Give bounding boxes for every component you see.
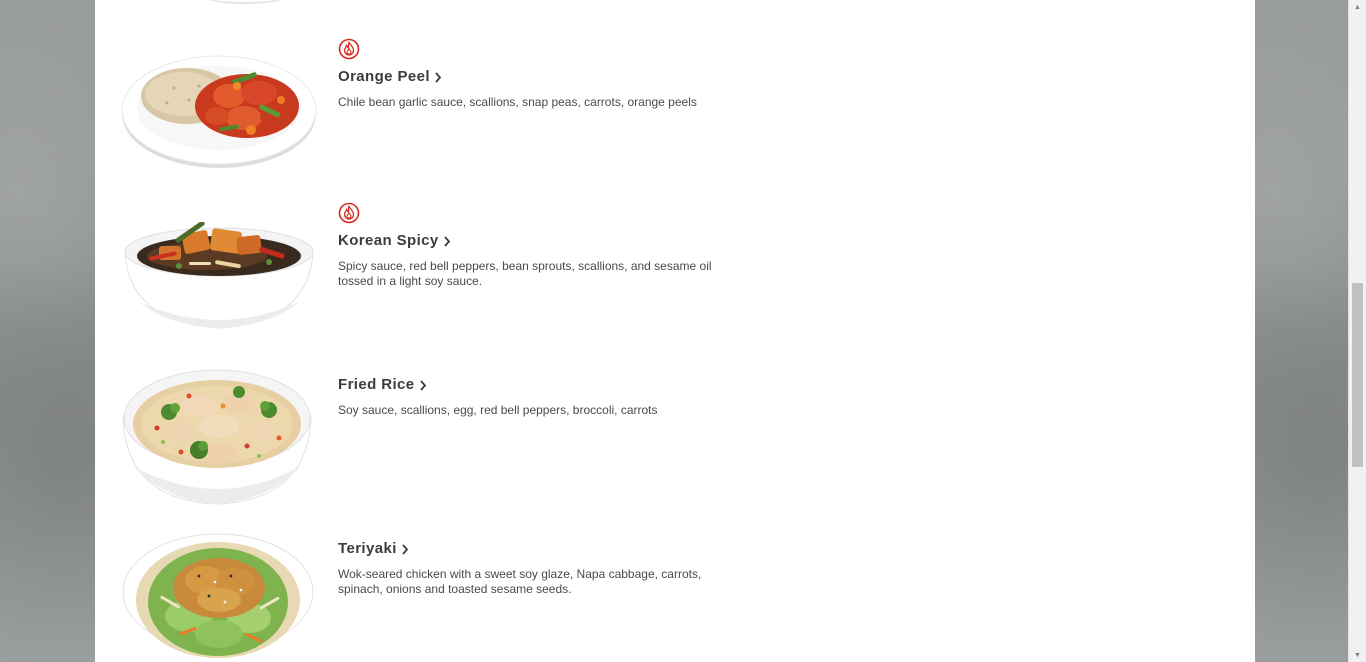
- orange-peel-info: Orange Peel Chile bean garlic sauce, sca…: [338, 38, 728, 110]
- fried-rice-image[interactable]: [119, 366, 315, 511]
- arrow-up-icon[interactable]: ▲: [1349, 0, 1366, 14]
- orange-peel-link[interactable]: Orange Peel: [338, 68, 728, 85]
- teriyaki-info: Teriyaki Wok-seared chicken with a sweet…: [338, 540, 728, 597]
- page-background-right: [1255, 0, 1348, 662]
- item-title[interactable]: Fried Rice: [338, 376, 415, 393]
- vertical-scrollbar[interactable]: ▲ ▼: [1348, 0, 1366, 662]
- teriyaki-image[interactable]: [119, 530, 317, 662]
- chevron-right-icon: [435, 71, 442, 83]
- orange-peel-image[interactable]: [119, 48, 319, 175]
- flame-icon: [338, 38, 728, 60]
- teriyaki-link[interactable]: Teriyaki: [338, 540, 728, 557]
- fried-rice-link[interactable]: Fried Rice: [338, 376, 728, 393]
- korean-spicy-info: Korean Spicy Spicy sauce, red bell peppe…: [338, 202, 728, 289]
- korean-spicy-link[interactable]: Korean Spicy: [338, 232, 728, 249]
- item-title[interactable]: Korean Spicy: [338, 232, 439, 249]
- chevron-right-icon: [402, 543, 409, 555]
- item-title[interactable]: Teriyaki: [338, 540, 397, 557]
- menu-content-panel: Orange Peel Chile bean garlic sauce, sca…: [95, 0, 1255, 662]
- item-description: Wok-seared chicken with a sweet soy glaz…: [338, 567, 702, 596]
- previous-item-plate-edge: [201, 0, 289, 4]
- page-background-left: [0, 0, 95, 662]
- flame-icon: [338, 202, 728, 224]
- item-title[interactable]: Orange Peel: [338, 68, 430, 85]
- arrow-down-icon[interactable]: ▼: [1349, 648, 1366, 662]
- scrollbar-thumb[interactable]: [1352, 283, 1363, 467]
- item-description: Soy sauce, scallions, egg, red bell pepp…: [338, 403, 658, 417]
- fried-rice-info: Fried Rice Soy sauce, scallions, egg, re…: [338, 376, 728, 418]
- item-description: Chile bean garlic sauce, scallions, snap…: [338, 95, 697, 109]
- item-description: Spicy sauce, red bell peppers, bean spro…: [338, 259, 712, 288]
- korean-spicy-image[interactable]: [119, 220, 319, 339]
- chevron-right-icon: [419, 379, 426, 391]
- chevron-right-icon: [443, 235, 450, 247]
